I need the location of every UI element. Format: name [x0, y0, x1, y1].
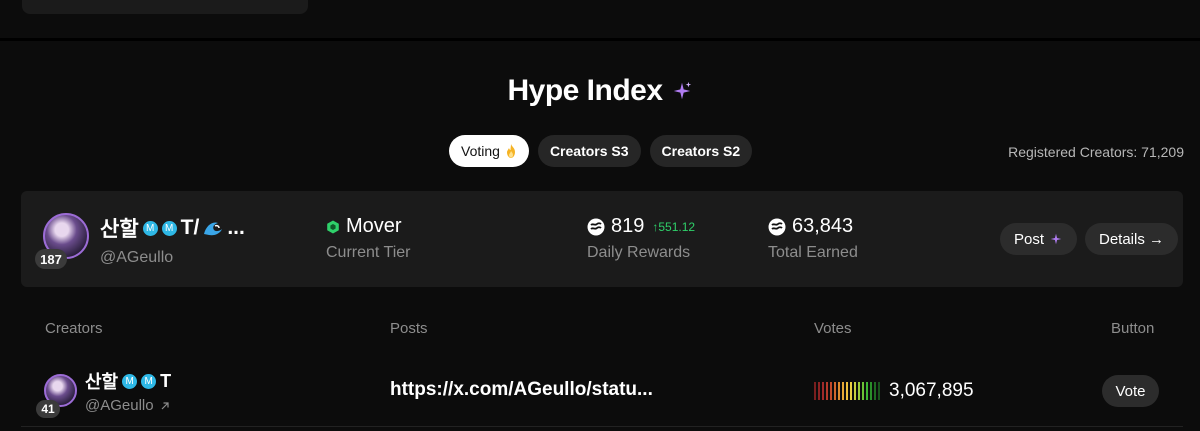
post-button[interactable]: Post: [1000, 223, 1077, 255]
tab-creators-s3[interactable]: Creators S3: [537, 135, 641, 167]
rank-badge: 41: [36, 400, 60, 418]
vote-meter-bar: [850, 382, 852, 400]
token-icon: [587, 218, 605, 235]
column-header-posts[interactable]: Posts: [390, 320, 428, 337]
row-identity: 산할 M M T @AGeullo: [85, 368, 172, 415]
my-creator-card: 187 산할 M M T/ ... @AGeullo Mover Current…: [21, 191, 1183, 287]
vote-meter-bar: [822, 382, 824, 400]
column-header-creators[interactable]: Creators: [45, 320, 103, 337]
vote-meter-bar: [814, 382, 816, 400]
vote-meter-bar: [858, 382, 860, 400]
tier-label: Current Tier: [326, 244, 411, 261]
token-icon: [768, 218, 786, 235]
vote-meter-bar: [830, 382, 832, 400]
rank-badge: 187: [35, 249, 67, 269]
row-avatar-wrap: 41: [36, 374, 77, 418]
registered-creators-count: Registered Creators: 71,209: [1008, 144, 1184, 160]
vote-button[interactable]: Vote: [1102, 375, 1159, 407]
row-divider: [21, 426, 1183, 427]
creator-name-suffix: T: [160, 370, 172, 391]
m-badge-icon: M: [122, 373, 138, 389]
details-button[interactable]: Details →: [1085, 223, 1178, 255]
external-link-icon[interactable]: [160, 401, 170, 411]
previous-section-card: [22, 0, 308, 14]
post-link[interactable]: https://x.com/AGeullo/statu...: [390, 379, 653, 401]
total-earned-stat: 63,843 Total Earned: [768, 215, 858, 262]
daily-rewards-label: Daily Rewards: [587, 244, 691, 261]
tab-creators-s3-label: Creators S3: [549, 143, 629, 159]
creator-name[interactable]: 산할: [85, 368, 118, 394]
wave-icon: [204, 222, 223, 236]
total-earned-value: 63,843: [792, 215, 854, 237]
details-button-label: Details →: [1098, 230, 1165, 248]
page-title: Hype Index: [507, 74, 663, 107]
m-badge-icon: M: [161, 220, 177, 236]
creator-handle[interactable]: @AGeullo: [85, 397, 154, 414]
daily-rewards-value: 819: [611, 215, 645, 237]
daily-rewards-stat: 819 ↑551.12 Daily Rewards: [587, 215, 695, 262]
tier-stat: Mover Current Tier: [326, 215, 410, 262]
tier-value: Mover: [346, 215, 402, 237]
fire-icon: [506, 144, 515, 158]
featured-avatar-wrap: 187: [35, 213, 89, 269]
post-button-label: Post: [1013, 230, 1044, 248]
vote-meter: [814, 381, 880, 401]
creator-name-suffix: T/: [180, 216, 200, 239]
featured-identity: 산할 M M T/ ... @AGeullo: [100, 213, 245, 267]
hexagon-icon: [327, 220, 339, 233]
votes-cell: 3,067,895: [814, 380, 974, 402]
hype-header: Hype Index: [0, 74, 1200, 108]
creator-name[interactable]: 산할: [100, 213, 139, 243]
vote-button-label: Vote: [1115, 382, 1146, 400]
section-divider: [0, 38, 1200, 41]
m-badge-icon: M: [142, 220, 158, 236]
total-earned-label: Total Earned: [768, 244, 858, 261]
vote-meter-bar: [826, 382, 828, 400]
votes-value: 3,067,895: [889, 380, 974, 401]
sparkle-icon: [673, 81, 691, 100]
vote-meter-bar: [870, 382, 872, 400]
tab-bar: Voting Creators S3 Creators S2: [449, 135, 753, 167]
vote-meter-bar: [878, 382, 880, 400]
tab-creators-s2[interactable]: Creators S2: [649, 135, 753, 167]
vote-meter-bar: [874, 382, 876, 400]
tab-voting-label: Voting: [461, 143, 500, 159]
vote-meter-bar: [842, 382, 844, 400]
creator-name-ellipsis: ...: [227, 216, 245, 239]
tab-creators-s2-label: Creators S2: [661, 143, 741, 159]
vote-meter-bar: [818, 382, 820, 400]
vote-meter-bar: [838, 382, 840, 400]
vote-meter-bar: [862, 382, 864, 400]
daily-rewards-delta: ↑551.12: [652, 219, 696, 234]
tab-voting[interactable]: Voting: [449, 135, 529, 167]
vote-meter-bar: [866, 382, 868, 400]
vote-meter-bar: [846, 382, 848, 400]
creator-handle[interactable]: @AGeullo: [100, 249, 245, 267]
column-header-votes[interactable]: Votes: [814, 320, 852, 337]
m-badge-icon: M: [141, 373, 157, 389]
column-header-button[interactable]: Button: [1111, 320, 1154, 337]
vote-meter-bar: [854, 382, 856, 400]
vote-meter-bar: [834, 382, 836, 400]
sparkle-icon: [1050, 233, 1062, 245]
